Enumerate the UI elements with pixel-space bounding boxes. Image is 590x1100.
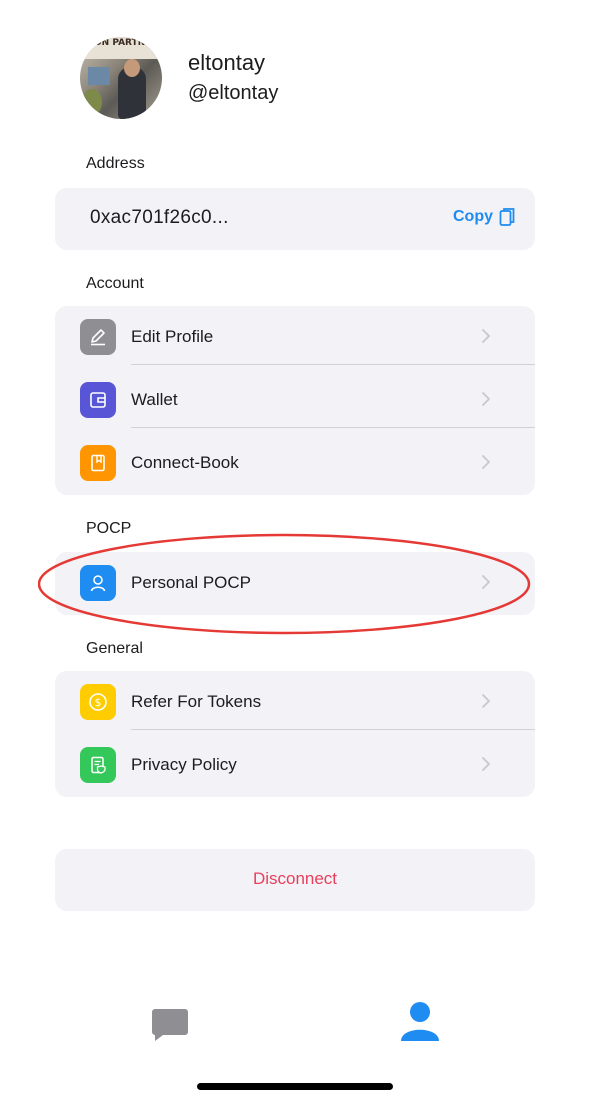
menu-item-label: Personal POCP xyxy=(131,573,251,592)
chevron-right-icon xyxy=(482,329,490,343)
avatar-bg-plant xyxy=(82,89,102,115)
menu-item-edit-profile[interactable]: Edit Profile xyxy=(55,306,535,369)
wallet-icon xyxy=(80,382,116,418)
account-card: Edit Profile Wallet Connect-Book xyxy=(55,306,535,495)
divider xyxy=(131,364,535,365)
avatar[interactable]: ON PARTN xyxy=(80,37,162,119)
menu-item-privacy-policy[interactable]: Privacy Policy xyxy=(55,734,535,797)
profile-names: eltontay @eltontay xyxy=(188,49,278,107)
user-handle: @eltontay xyxy=(188,82,279,104)
disconnect-button[interactable]: Disconnect xyxy=(55,849,535,911)
address-card: 0xac701f26c0... Copy xyxy=(55,188,535,250)
home-indicator xyxy=(197,1083,393,1090)
divider xyxy=(131,427,535,428)
general-card: $ Refer For Tokens Privacy Policy xyxy=(55,671,535,797)
tab-profile[interactable] xyxy=(399,1000,441,1047)
menu-item-label: Connect-Book xyxy=(131,453,239,472)
wallet-address: 0xac701f26c0... xyxy=(90,207,229,228)
menu-item-refer-for-tokens[interactable]: $ Refer For Tokens xyxy=(55,671,535,734)
avatar-bg-screen xyxy=(88,67,110,85)
tab-chat[interactable] xyxy=(151,1007,189,1048)
chevron-right-icon xyxy=(482,757,490,771)
section-label-pocp: POCP xyxy=(86,520,132,537)
disconnect-label: Disconnect xyxy=(252,869,338,888)
pencil-icon xyxy=(80,319,116,355)
chat-bubble-icon xyxy=(152,1009,188,1041)
copy-icon xyxy=(499,208,515,226)
menu-item-connect-book[interactable]: Connect-Book xyxy=(55,432,535,495)
chevron-right-icon xyxy=(482,575,490,589)
book-icon xyxy=(80,445,116,481)
svg-text:$: $ xyxy=(95,696,102,709)
copy-address-button[interactable]: Copy xyxy=(453,207,515,227)
avatar-head xyxy=(124,59,140,77)
profile-icon xyxy=(401,1002,439,1041)
copy-label: Copy xyxy=(453,208,493,225)
chevron-right-icon xyxy=(482,694,490,708)
pocp-card: Personal POCP xyxy=(55,552,535,615)
menu-item-personal-pocp[interactable]: Personal POCP xyxy=(55,552,535,615)
divider xyxy=(131,729,535,730)
section-label-address: Address xyxy=(86,155,145,172)
menu-item-label: Edit Profile xyxy=(131,327,214,346)
menu-item-wallet[interactable]: Wallet xyxy=(55,369,535,432)
menu-item-label: Refer For Tokens xyxy=(131,692,262,711)
menu-item-label: Privacy Policy xyxy=(131,755,237,774)
display-name: eltontay xyxy=(188,50,266,75)
policy-document-icon xyxy=(80,747,116,783)
menu-item-label: Wallet xyxy=(131,390,178,409)
section-label-account: Account xyxy=(86,275,144,292)
profile-header: ON PARTN eltontay @eltontay xyxy=(80,37,278,119)
chevron-right-icon xyxy=(482,392,490,406)
avatar-banner-text: ON PARTN xyxy=(94,38,146,48)
person-icon xyxy=(80,565,116,601)
dollar-coin-icon: $ xyxy=(80,684,116,720)
section-label-general: General xyxy=(86,640,143,657)
chevron-right-icon xyxy=(482,455,490,469)
